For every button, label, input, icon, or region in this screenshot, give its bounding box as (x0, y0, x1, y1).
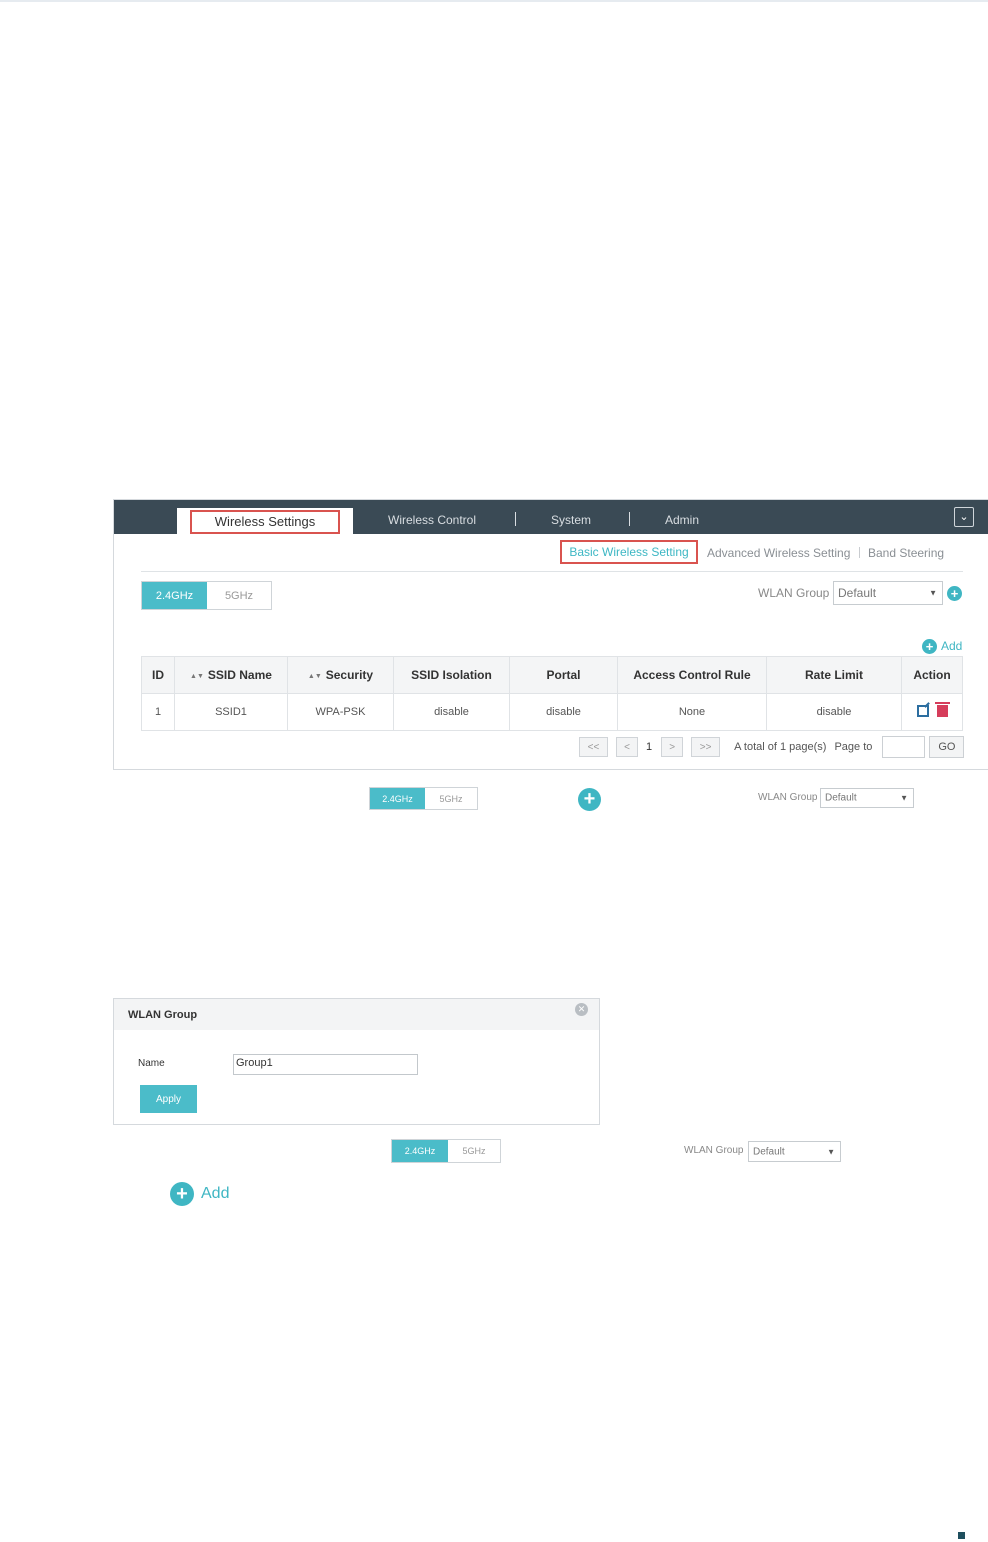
add-wlan-group-plus-icon[interactable]: + (947, 586, 962, 601)
band-5ghz-button[interactable]: 5GHz (425, 788, 477, 809)
nav-divider (629, 512, 630, 526)
sort-icon[interactable]: ▲▼ (190, 673, 204, 680)
page-number-input[interactable] (882, 736, 926, 758)
page-to-label: Page to (834, 741, 873, 753)
wlan-group-select[interactable]: Default ▼ (748, 1141, 841, 1162)
close-icon[interactable]: ✕ (575, 1003, 588, 1016)
column-header-access-control-rule: Access Control Rule (617, 656, 767, 694)
apply-button[interactable]: Apply (140, 1085, 197, 1113)
tab-system[interactable]: System (551, 513, 591, 527)
band-5ghz-button[interactable]: 5GHz (207, 582, 271, 609)
add-ssid-label: Add (941, 639, 963, 653)
pagination: << < 1 > >> A total of 1 page(s) Page to… (579, 736, 965, 758)
cell-rate-limit: disable (766, 693, 902, 731)
first-page-button[interactable]: << (579, 737, 608, 757)
table-header-row: ID ▲▼ SSID Name ▲▼ Security SSID Isolation… (141, 656, 963, 694)
edit-icon[interactable] (916, 704, 929, 717)
cell-id: 1 (141, 693, 175, 731)
band-5ghz-button[interactable]: 5GHz (448, 1140, 500, 1162)
band-toggle: 2.4GHz 5GHz (391, 1139, 501, 1163)
cell-action (901, 693, 963, 731)
column-header-action: Action (901, 656, 963, 694)
subtab-basic-wireless-setting[interactable]: Basic Wireless Setting (560, 540, 698, 564)
group-name-input[interactable]: Group1 (233, 1054, 418, 1075)
band-2-4ghz-button[interactable]: 2.4GHz (142, 582, 207, 609)
wlan-group-select[interactable]: Default ▼ (820, 788, 914, 808)
cell-access-control-rule: None (617, 693, 767, 731)
band-2-4ghz-button[interactable]: 2.4GHz (392, 1140, 448, 1162)
total-pages-text: A total of 1 page(s) (734, 741, 827, 753)
wlan-group-value: Default (838, 586, 877, 600)
column-header-portal: Portal (509, 656, 618, 694)
wlan-group-value: Default (753, 1146, 785, 1157)
column-header-rate-limit: Rate Limit (766, 656, 902, 694)
subnav-underline (141, 571, 963, 572)
column-header-ssid-isolation: SSID Isolation (393, 656, 510, 694)
band-2-4ghz-button[interactable]: 2.4GHz (370, 788, 425, 809)
subtab-band-steering[interactable]: Band Steering (868, 546, 944, 560)
wlan-group-label: WLAN Group (758, 792, 818, 803)
chevron-down-icon[interactable]: ⌄ (954, 507, 974, 527)
name-label: Name (138, 1058, 165, 1069)
cell-security: WPA-PSK (287, 693, 394, 731)
column-header-ssid-name-label: SSID Name (207, 668, 272, 682)
band-toggle: 2.4GHz 5GHz (141, 581, 272, 610)
current-page[interactable]: 1 (646, 741, 652, 753)
wlan-group-value: Default (825, 792, 857, 804)
wlan-group-select[interactable]: Default ▼ (833, 581, 943, 605)
plus-circle-icon: + (170, 1182, 194, 1206)
add-ssid-button[interactable]: + Add (922, 637, 962, 655)
next-page-button[interactable]: > (661, 737, 684, 757)
top-navbar: Wireless Settings Wireless Control Syste… (114, 500, 988, 534)
last-page-button[interactable]: >> (691, 737, 721, 757)
add-label: Add (201, 1185, 230, 1202)
tab-admin[interactable]: Admin (665, 513, 699, 527)
nav-divider (515, 512, 516, 526)
ssid-table: ID ▲▼ SSID Name ▲▼ Security SSID Isolation… (141, 656, 963, 731)
dropdown-arrow-icon: ▼ (900, 793, 908, 803)
cell-portal: disable (509, 693, 618, 731)
add-button[interactable]: + Add (170, 1182, 229, 1206)
dialog-header: WLAN Group ✕ (114, 999, 599, 1030)
column-header-ssid-name[interactable]: ▲▼ SSID Name (174, 656, 288, 694)
wlan-group-dialog: WLAN Group ✕ Name Group1 Apply (113, 998, 600, 1125)
wlan-group-label: WLAN Group (684, 1145, 744, 1156)
tab-wireless-control[interactable]: Wireless Control (388, 513, 476, 527)
cell-ssid-name: SSID1 (174, 693, 288, 731)
plus-circle-icon[interactable]: + (578, 788, 601, 811)
dialog-title: WLAN Group (128, 1009, 198, 1021)
column-header-id: ID (141, 656, 175, 694)
table-row: 1 SSID1 WPA-PSK disable disable None dis… (141, 693, 963, 731)
delete-icon[interactable] (934, 701, 950, 717)
page-marker (958, 1532, 965, 1539)
tab-wireless-settings-label: Wireless Settings (190, 510, 340, 534)
wireless-settings-panel: Wireless Settings Wireless Control Syste… (113, 499, 988, 770)
sort-icon[interactable]: ▲▼ (308, 673, 322, 680)
prev-page-button[interactable]: < (616, 737, 638, 757)
subtab-advanced-wireless-setting[interactable]: Advanced Wireless Setting (707, 546, 850, 560)
subnav-divider (859, 547, 860, 558)
go-button[interactable]: GO (929, 736, 965, 758)
top-border (0, 0, 988, 2)
wlan-group-label: WLAN Group (758, 586, 830, 600)
column-header-security-label: Security (325, 668, 374, 682)
band-toggle: 2.4GHz 5GHz (369, 787, 478, 810)
dropdown-arrow-icon: ▼ (929, 588, 937, 598)
plus-circle-icon: + (922, 638, 937, 654)
column-header-security[interactable]: ▲▼ Security (287, 656, 394, 694)
cell-ssid-isolation: disable (393, 693, 510, 731)
dropdown-arrow-icon: ▼ (827, 1147, 835, 1156)
tab-wireless-settings[interactable]: Wireless Settings (177, 508, 353, 534)
